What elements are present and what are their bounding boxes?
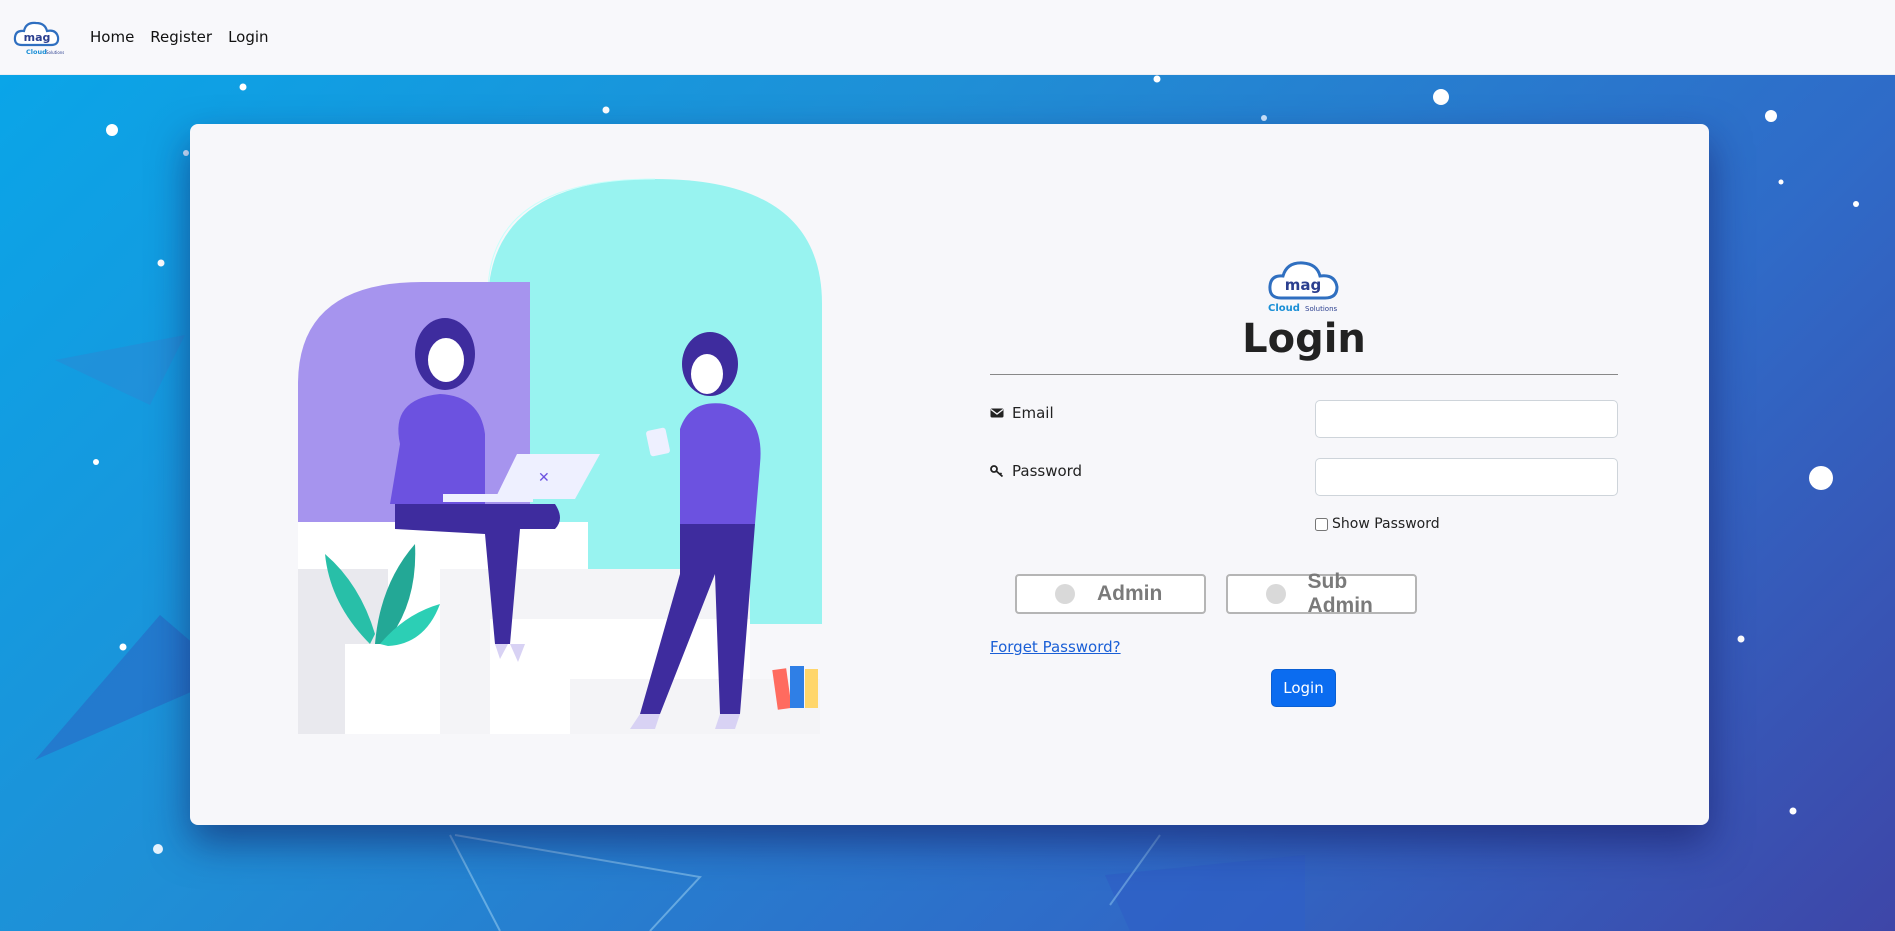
radio-icon [1266,584,1286,604]
email-label-text: Email [1012,404,1054,422]
svg-text:Cloud: Cloud [26,48,47,56]
envelope-icon [990,408,1004,418]
role-admin-label: Admin [1097,582,1163,605]
top-navbar: mag Cloud Solutions Home Register Login [0,0,1895,75]
password-input[interactable] [1315,458,1618,496]
nav-home[interactable]: Home [90,28,134,46]
key-icon [990,465,1004,478]
password-label: Password [990,462,1082,480]
svg-text:Cloud: Cloud [1268,303,1300,314]
show-password-label: Show Password [1332,516,1440,532]
svg-text:Solutions: Solutions [1305,305,1338,313]
role-admin-button[interactable]: Admin [1015,574,1206,614]
brand-logo[interactable]: mag Cloud Solutions [12,17,64,57]
svg-text:mag: mag [24,31,51,44]
page-title: Login [1242,316,1366,362]
forget-password-link[interactable]: Forget Password? [990,638,1121,656]
login-submit-button[interactable]: Login [1271,669,1336,707]
show-password-checkbox[interactable] [1315,517,1328,531]
svg-text:Solutions: Solutions [46,50,64,55]
hero-illustration: ✕ [298,178,822,734]
title-divider [990,374,1618,375]
svg-text:mag: mag [1285,276,1322,294]
radio-icon [1055,584,1075,604]
nav-login[interactable]: Login [228,28,268,46]
svg-text:✕: ✕ [538,470,550,486]
form-logo: mag Cloud Solutions [1268,261,1339,314]
email-input[interactable] [1315,400,1618,438]
role-subadmin-label: Sub Admin [1307,570,1373,617]
role-subadmin-button[interactable]: Sub Admin [1226,570,1417,617]
password-label-text: Password [1012,462,1083,480]
nav-links: Home Register Login [90,28,269,46]
show-password-toggle[interactable]: Show Password [1315,516,1440,532]
email-label: Email [990,404,1054,422]
login-card: ✕ mag Cloud Solutions Login Email Passwo… [190,124,1709,825]
nav-register[interactable]: Register [150,28,212,46]
